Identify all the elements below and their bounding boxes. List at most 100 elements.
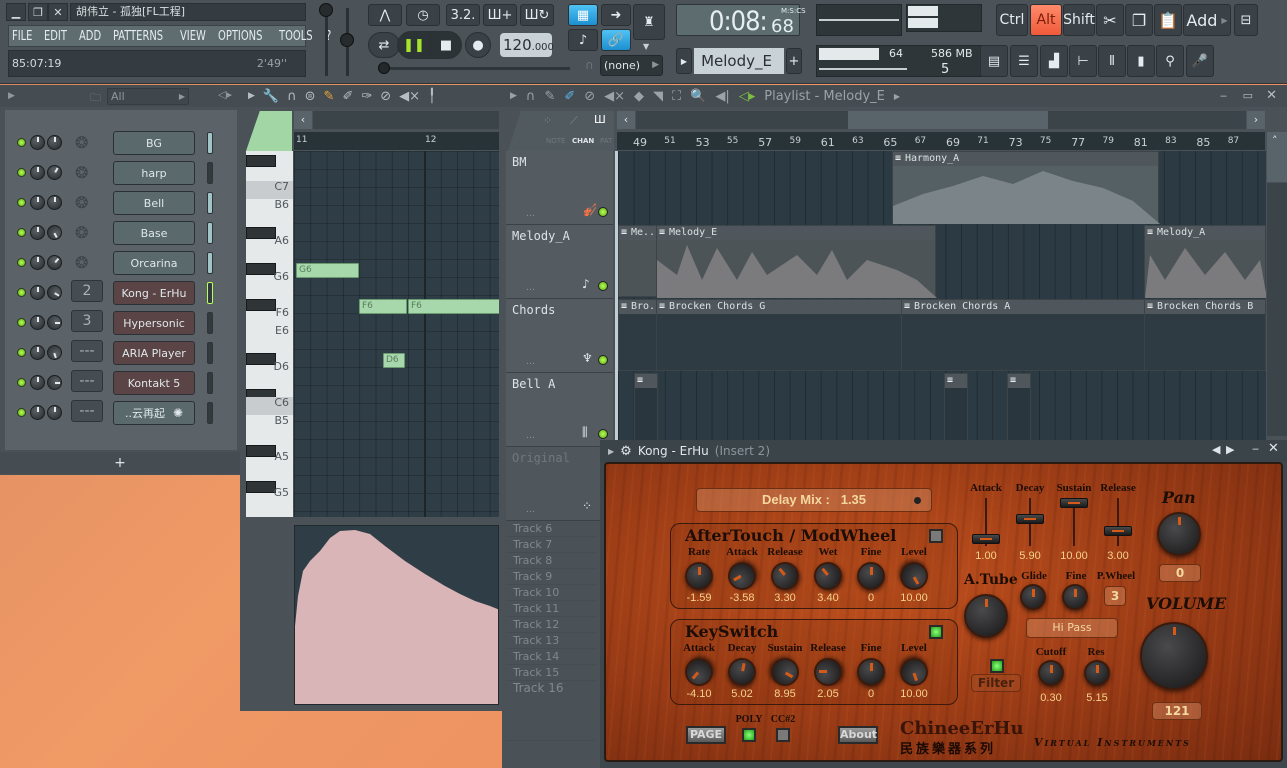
slip-icon[interactable]: ◆ (634, 89, 644, 104)
browser-button[interactable]: ⊢ (1069, 45, 1097, 77)
time-ruler[interactable]: 49 51 53 55 57 59 61 63 65 67 69 71 73 75 77 79 81 83 85 87 (617, 132, 1265, 150)
note[interactable]: D6 (383, 353, 405, 368)
channel-row[interactable]: --- ARIA Player (15, 340, 215, 366)
channel-pan-knob[interactable] (44, 342, 65, 363)
ctrl-key-button[interactable]: Ctrl (996, 4, 1028, 36)
channel-row[interactable]: --- Kontakt 5 (15, 370, 215, 396)
select-icon[interactable]: ⛶ (672, 89, 681, 104)
note[interactable]: G6 (296, 263, 359, 278)
gear-icon[interactable]: ⚙ (620, 444, 632, 459)
channel-volume-knob[interactable] (30, 375, 45, 390)
scroll-left-button[interactable]: ‹ (617, 111, 635, 129)
channel-mute-led[interactable] (17, 228, 26, 237)
channel-button[interactable]: Orcarina (113, 251, 195, 275)
arrangement-grid[interactable]: Harmony_A Me.. Melody_E Melody_A Bro.. B… (618, 151, 1266, 441)
metronome-button[interactable]: ⋀ (368, 4, 402, 26)
aftertouch-wet-knob[interactable] (808, 556, 848, 596)
loop-record-button[interactable]: Ш↻ (520, 4, 554, 26)
track-options-icon[interactable]: … (526, 209, 535, 219)
track-header[interactable]: Track 8 (506, 553, 596, 569)
pattern-icon[interactable]: Ш (594, 113, 606, 126)
keyswitch-level-knob[interactable] (896, 654, 932, 690)
slice-icon[interactable]: ◥ (653, 89, 663, 104)
expand-arrow-icon[interactable]: ▶ (608, 447, 614, 456)
minimize-button[interactable]: ▁ (6, 3, 26, 21)
chevron-right-icon[interactable]: ▶ (894, 92, 900, 101)
channel-mute-led[interactable] (17, 198, 26, 207)
song-position-slider[interactable] (378, 67, 570, 70)
channel-pan-knob[interactable] (47, 135, 62, 150)
audio-icon[interactable]: ⁘ (543, 114, 552, 127)
mixer-track-selector[interactable]: --- (71, 400, 103, 422)
black-key[interactable] (246, 481, 276, 493)
clip-brocken-chords-a[interactable]: Brocken Chords A (901, 299, 1147, 371)
channel-select-indicator[interactable] (207, 342, 213, 364)
channel-mute-led[interactable] (17, 318, 26, 327)
track-options-icon[interactable]: … (526, 431, 535, 441)
envelope-release-track[interactable] (1117, 498, 1119, 546)
channel-select-indicator[interactable] (207, 222, 213, 244)
channel-mute-led[interactable] (17, 288, 26, 297)
snap-selector[interactable]: (none) ▶ (600, 55, 663, 76)
channel-volume-knob[interactable] (30, 405, 45, 420)
track-options-icon[interactable]: … (526, 283, 535, 293)
pattern-prev-button[interactable]: ▶ (676, 48, 692, 74)
track-header[interactable]: Bell A ⫼… (506, 373, 613, 447)
piano-roll-typing-button[interactable]: ▦ (568, 4, 598, 26)
channel-row[interactable]: ❂ BG (15, 130, 215, 156)
pwheel-value-display[interactable]: 3 (1104, 586, 1126, 606)
envelope-release-slider[interactable] (1104, 526, 1132, 536)
track-header[interactable]: Melody_A ♪… (506, 225, 613, 299)
channel-mute-led[interactable] (17, 348, 26, 357)
mixer-button[interactable]: ⫴ (1098, 45, 1126, 77)
paint-add-icon[interactable]: ✑ (361, 89, 372, 104)
keyswitch-toggle[interactable] (929, 625, 943, 639)
minimize-icon[interactable]: ‒ (1252, 442, 1259, 455)
tab-chan[interactable]: CHAN (572, 137, 594, 145)
channel-pan-knob[interactable] (47, 195, 62, 210)
tempo-field[interactable]: 120.000 (500, 33, 554, 57)
tab-note[interactable]: NOTE (546, 137, 565, 145)
scroll-right-button[interactable]: › (1247, 111, 1265, 129)
pencil-icon[interactable]: ✎ (544, 89, 555, 104)
channel-mute-led[interactable] (17, 138, 26, 147)
scrollbar-thumb[interactable] (848, 111, 1048, 129)
step-edit-button[interactable]: Ш+ (483, 4, 517, 26)
track-header[interactable]: Track 12 (506, 617, 596, 633)
mixer-track-selector[interactable]: 3 (71, 310, 103, 332)
res-knob[interactable] (1084, 660, 1110, 686)
pan-knob[interactable] (1157, 512, 1201, 556)
channel-select-indicator[interactable] (207, 282, 213, 304)
channel-select-indicator[interactable] (207, 162, 213, 184)
channel-mute-led[interactable] (17, 408, 26, 417)
channel-pan-knob[interactable] (47, 405, 62, 420)
channel-select-indicator[interactable] (207, 402, 213, 424)
channel-row[interactable]: 2 Kong - ErHu (15, 280, 215, 306)
track-header[interactable]: Track 9 (506, 569, 596, 585)
track-header[interactable]: Track 7 (506, 537, 596, 553)
minimize-icon[interactable]: ‒ (1220, 89, 1227, 102)
channel-volume-knob[interactable] (30, 285, 45, 300)
channel-pan-knob[interactable] (47, 375, 62, 390)
envelope-decay-slider[interactable] (1016, 514, 1044, 525)
note[interactable]: F6 (408, 299, 499, 314)
expand-arrow-icon[interactable]: ▶ (510, 91, 517, 101)
track-header[interactable]: Track 6 (506, 521, 596, 537)
track-options-icon[interactable]: … (526, 505, 535, 515)
paint-brush-icon[interactable]: ✐ (564, 89, 575, 104)
channel-select-indicator[interactable] (207, 192, 213, 214)
pencil-icon[interactable]: ✎ (324, 89, 335, 104)
aftertouch-release-knob[interactable] (765, 556, 805, 596)
filter-button[interactable]: Filter (971, 674, 1021, 692)
keyswitch-attack-knob[interactable] (679, 652, 719, 692)
project-button[interactable]: ▮ (1127, 45, 1155, 77)
scroll-left-button[interactable]: ‹ (294, 111, 312, 129)
channel-pan-knob[interactable] (44, 162, 65, 183)
about-button[interactable]: About (838, 726, 878, 744)
next-arrow-button[interactable]: ➜ (601, 4, 631, 26)
menu-tools[interactable]: TOOLS (279, 29, 313, 44)
channel-select-indicator[interactable] (207, 252, 213, 274)
clip-bell-2[interactable] (944, 373, 968, 441)
shift-key-button[interactable]: Shift (1063, 4, 1095, 36)
menu-add[interactable]: ADD (79, 29, 101, 44)
